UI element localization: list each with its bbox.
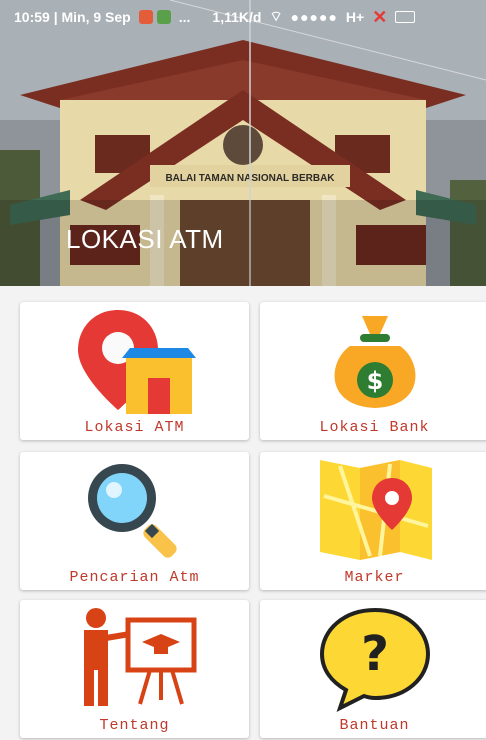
network-type: H+	[345, 9, 365, 25]
menu-card-lokasi-atm[interactable]: Lokasi ATM	[20, 302, 249, 440]
menu-card-lokasi-bank[interactable]: $ Lokasi Bank	[260, 302, 486, 440]
page-title: LOKASI ATM	[66, 224, 224, 254]
location-pin-building-icon	[77, 310, 196, 414]
status-time-date: 10:59 | Min, 9 Sep	[14, 9, 131, 25]
notification-icons	[138, 10, 171, 24]
menu-card-pencarian-atm[interactable]: Pencarian Atm	[20, 452, 249, 590]
menu-label: Lokasi ATM	[84, 419, 185, 436]
svg-text:$: $	[366, 367, 383, 395]
teacher-presentation-icon	[83, 608, 196, 706]
header-image: BALAI TAMAN NASIONAL BERBAK 10:59 | Min,…	[0, 0, 486, 286]
menu-label: Bantuan	[339, 717, 410, 734]
help-speech-bubble-icon: ?	[319, 607, 430, 712]
menu-card-marker[interactable]: Marker	[260, 452, 486, 590]
signal-dots-icon: ●●●●●	[290, 9, 338, 25]
status-bar: 10:59 | Min, 9 Sep ... 1,11K/d ⌔ ●●●●● H…	[0, 0, 486, 34]
map-marker-icon	[319, 460, 432, 560]
notification-icon	[138, 10, 153, 24]
wifi-icon: ⌔	[269, 8, 283, 24]
status-ellipsis: ...	[178, 9, 191, 25]
menu-label: Lokasi Bank	[319, 419, 430, 436]
svg-text:?: ?	[361, 626, 389, 682]
notification-icon	[156, 10, 171, 24]
battery-icon	[395, 11, 416, 23]
magnifier-icon	[87, 464, 177, 558]
network-speed: 1,11K/d	[212, 9, 262, 25]
menu-card-tentang[interactable]: Tentang	[20, 600, 249, 738]
menu-label: Marker	[344, 569, 405, 586]
money-bag-icon: $	[334, 316, 415, 408]
menu-card-bantuan[interactable]: ? Bantuan	[260, 600, 486, 738]
menu-label: Tentang	[99, 717, 170, 734]
no-signal-icon: ✕	[372, 6, 388, 27]
menu-label: Pencarian Atm	[69, 569, 200, 586]
